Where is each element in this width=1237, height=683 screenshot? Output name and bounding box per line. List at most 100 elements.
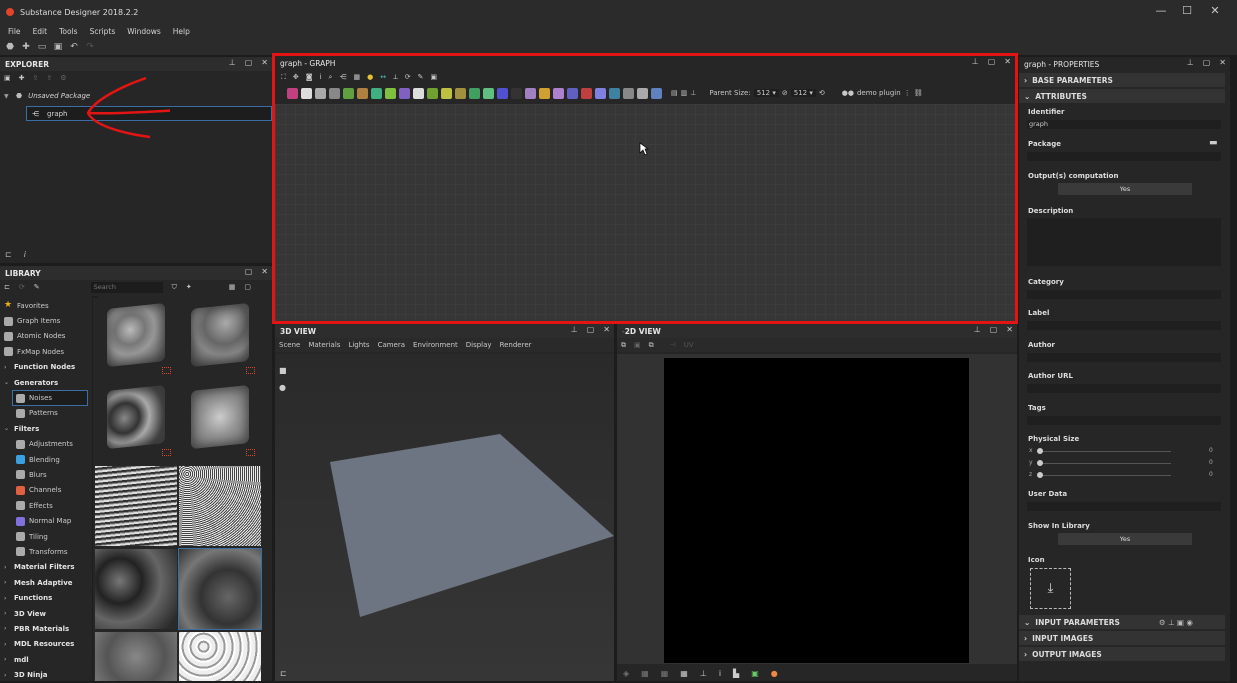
library-item[interactable]: Adjustments — [0, 437, 92, 452]
hierarchy-icon[interactable]: ⊏ — [5, 250, 12, 259]
expand-icon[interactable]: ▢ — [244, 283, 251, 291]
maximize-button[interactable]: ☐ — [1179, 4, 1195, 18]
view3d-menu-scene[interactable]: Scene — [279, 341, 300, 349]
input-images-section[interactable]: › INPUT IMAGES — [1019, 631, 1225, 645]
frame-selected-icon[interactable]: ✥ — [293, 73, 299, 81]
search-icon[interactable]: ⌕ — [329, 73, 333, 82]
library-item[interactable]: Transforms — [0, 544, 92, 559]
pin-node-icon[interactable]: ⊥ — [690, 89, 696, 97]
close-icon[interactable]: ✕ — [603, 325, 610, 334]
close-icon[interactable]: ✕ — [1006, 325, 1013, 334]
atomic-node-icon[interactable] — [581, 87, 592, 99]
save-icon[interactable]: ▣ — [53, 42, 63, 52]
base-parameters-section[interactable]: › BASE PARAMETERS — [1019, 73, 1225, 87]
attributes-section[interactable]: ⌄ ATTRIBUTES — [1019, 89, 1225, 103]
menu-scripts[interactable]: Scripts — [90, 27, 116, 36]
category-field[interactable] — [1027, 290, 1221, 299]
pin-icon[interactable]: ⊥ — [1187, 58, 1194, 67]
add-filter-icon[interactable]: ✦ — [186, 283, 192, 291]
atomic-node-icon[interactable] — [441, 87, 452, 99]
atomic-node-icon[interactable] — [469, 87, 480, 99]
settings-icon[interactable]: ⚙ — [60, 74, 66, 82]
redo-icon[interactable]: ↷ — [85, 42, 95, 52]
library-item[interactable]: › Functions — [0, 590, 92, 605]
library-item[interactable]: ⌄ Filters — [0, 421, 92, 436]
atomic-node-icon[interactable] — [483, 87, 494, 99]
library-item[interactable]: › Mesh Adaptive — [0, 575, 92, 590]
chevron-icon[interactable]: › — [4, 625, 10, 632]
save-icon[interactable]: ▣ — [4, 74, 11, 82]
grid-icon[interactable]: ▦ — [680, 669, 688, 678]
plugin-label[interactable]: demo plugin — [857, 89, 901, 97]
atomic-node-icon[interactable] — [553, 87, 564, 99]
reset-size-icon[interactable]: ⟲ — [819, 89, 825, 97]
new-package-icon[interactable]: ⬣ — [5, 42, 15, 52]
icon-drop-zone[interactable]: ⤓ — [1030, 568, 1071, 609]
chevron-down-icon[interactable]: ▼ — [4, 93, 10, 100]
histogram-icon[interactable]: ▙ — [733, 669, 739, 678]
library-item[interactable]: Graph Items — [0, 313, 92, 328]
atomic-node-icon[interactable] — [427, 87, 438, 99]
edit-icon[interactable]: ✎ — [34, 283, 40, 291]
view3d-menu-environment[interactable]: Environment — [413, 341, 458, 349]
python-icon[interactable]: ● — [367, 73, 373, 81]
info-icon[interactable]: i — [320, 73, 322, 81]
chevron-icon[interactable]: › — [4, 641, 10, 648]
chevron-icon[interactable]: › — [4, 564, 10, 571]
library-item[interactable]: › Function Nodes — [0, 360, 92, 375]
package-row[interactable]: ▼ ⬣ Unsaved Package — [4, 92, 90, 100]
pin-icon[interactable]: ⊥ — [974, 325, 981, 334]
chevron-icon[interactable]: › — [4, 579, 10, 586]
noise-thumbnail[interactable] — [95, 380, 177, 460]
pin-icon[interactable]: ⊥ — [229, 58, 236, 67]
library-item[interactable]: › MDL Resources — [0, 637, 92, 652]
author-field[interactable] — [1027, 353, 1221, 362]
view3d-menu-lights[interactable]: Lights — [348, 341, 369, 349]
atomic-node-icon[interactable] — [609, 87, 620, 99]
tool-icon[interactable]: ✎ — [418, 73, 424, 81]
library-item[interactable]: Atomic Nodes — [0, 329, 92, 344]
menu-tools[interactable]: Tools — [59, 27, 77, 36]
atomic-node-icon[interactable] — [623, 87, 634, 99]
atomic-node-icon[interactable] — [315, 87, 326, 99]
library-item[interactable]: Patterns — [0, 406, 92, 421]
parent-size-select[interactable]: 512 ▾ — [753, 89, 779, 97]
input-parameters-section[interactable]: ⌄ INPUT PARAMETERS ⚙ ⊥ ▣ ◉ — [1019, 615, 1225, 629]
refresh-icon[interactable]: ⟳ — [19, 283, 25, 291]
view3d-viewport[interactable]: ■ ● ⊏ — [275, 354, 614, 681]
atomic-node-icon[interactable] — [539, 87, 550, 99]
view3d-menu-display[interactable]: Display — [466, 341, 492, 349]
label-field[interactable] — [1027, 321, 1221, 330]
output-images-section[interactable]: › OUTPUT IMAGES — [1019, 647, 1225, 661]
link-ratio-icon[interactable]: ⊘ — [782, 89, 788, 97]
library-item[interactable]: ★ Favorites — [0, 298, 92, 313]
library-search-input[interactable] — [90, 281, 163, 293]
float-icon[interactable]: ▢ — [1203, 58, 1211, 67]
slider-handle[interactable] — [1037, 460, 1043, 466]
float-icon[interactable]: ▢ — [990, 325, 998, 334]
library-item[interactable]: › 3D View — [0, 606, 92, 621]
atomic-node-icon[interactable] — [651, 87, 662, 99]
atomic-node-icon[interactable] — [413, 87, 424, 99]
library-item[interactable]: Tiling — [0, 529, 92, 544]
plugin-menu-icon[interactable]: ⋮ — [904, 89, 911, 97]
publish-icon[interactable]: ⇪ — [33, 74, 39, 82]
chevron-icon[interactable]: › — [4, 595, 10, 602]
close-icon[interactable]: ✕ — [261, 58, 268, 67]
channel-icon[interactable]: ⊥ — [700, 669, 707, 678]
close-icon[interactable]: ✕ — [1004, 57, 1011, 66]
atomic-node-icon[interactable] — [343, 87, 354, 99]
screenshot-icon[interactable]: ◙ — [306, 73, 313, 81]
atomic-node-icon[interactable] — [287, 87, 298, 99]
atomic-node-icon[interactable] — [497, 87, 508, 99]
atomic-node-icon[interactable] — [399, 87, 410, 99]
grid-view-icon[interactable]: ▦ — [229, 283, 236, 291]
library-item[interactable]: Effects — [0, 498, 92, 513]
publish2-icon[interactable]: ⇪ — [46, 74, 52, 82]
view3d-menu-camera[interactable]: Camera — [378, 341, 405, 349]
save-image-icon[interactable]: ▣ — [634, 341, 641, 349]
uv-label[interactable]: UV — [684, 341, 694, 349]
library-item[interactable]: › 3D Ninja — [0, 667, 92, 682]
noise-thumbnail[interactable] — [95, 549, 177, 629]
copy-icon[interactable]: ⧉ — [621, 341, 626, 350]
